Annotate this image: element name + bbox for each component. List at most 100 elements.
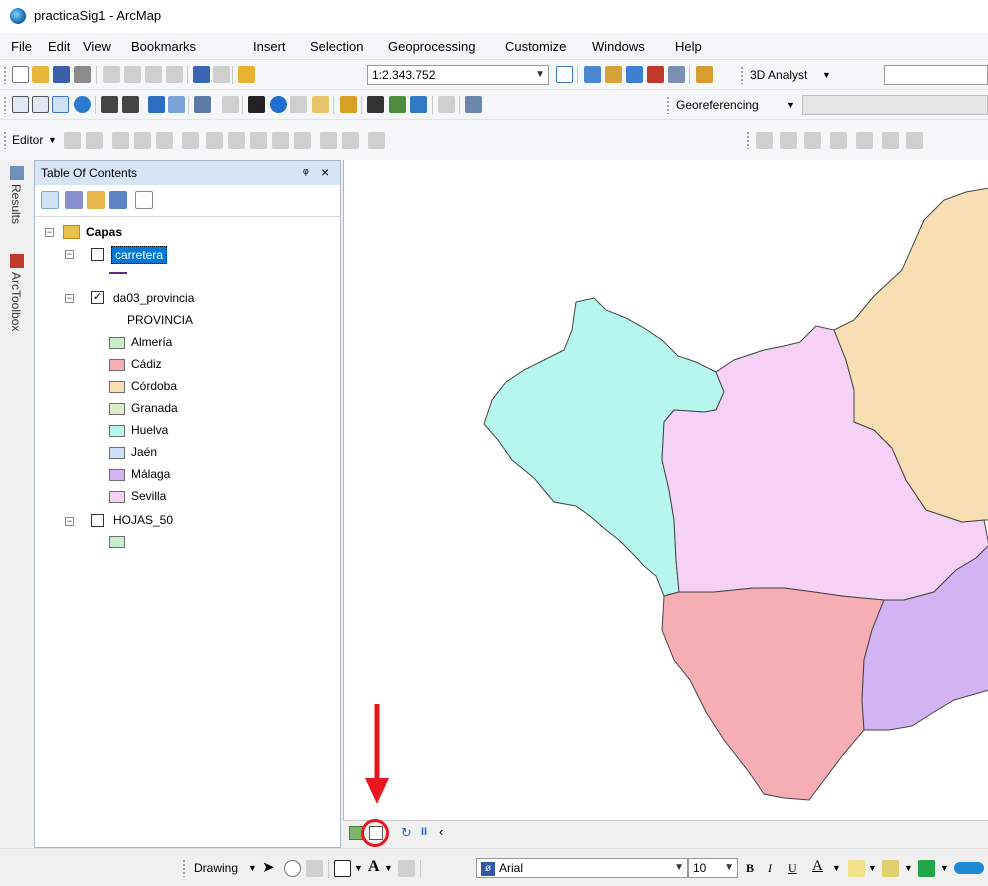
cut-polygons-icon[interactable] xyxy=(250,132,267,149)
toolbar-grip[interactable] xyxy=(3,131,7,149)
georeferencing-menu[interactable]: Georeferencing xyxy=(676,98,759,112)
line-color-icon[interactable] xyxy=(882,860,899,877)
fixed-zoom-in-icon[interactable] xyxy=(101,96,118,113)
chevron-down-icon[interactable]: ▼ xyxy=(940,863,949,873)
cut-icon[interactable] xyxy=(103,66,120,83)
toolbar-grip[interactable] xyxy=(3,66,7,84)
redo-icon[interactable] xyxy=(213,66,230,83)
font-color-icon[interactable]: A xyxy=(812,858,823,875)
results-tab[interactable]: Results xyxy=(9,184,23,224)
legend-swatch[interactable] xyxy=(109,469,125,481)
menu-help[interactable]: Help xyxy=(675,39,702,54)
menu-insert[interactable]: Insert xyxy=(253,39,286,54)
data-frame-name[interactable]: Capas xyxy=(86,225,122,239)
results-icon[interactable] xyxy=(10,166,24,180)
delete-icon[interactable] xyxy=(166,66,183,83)
editor-toolbar-icon[interactable] xyxy=(556,66,573,83)
topology-tool-icon[interactable] xyxy=(756,132,773,149)
straight-segment-icon[interactable] xyxy=(112,132,129,149)
time-slider-icon[interactable] xyxy=(438,96,455,113)
layer-visibility-checkbox[interactable] xyxy=(91,514,104,527)
chevron-down-icon[interactable]: ▼ xyxy=(904,863,913,873)
collapse-icon[interactable]: − xyxy=(45,228,54,237)
split-icon[interactable] xyxy=(272,132,289,149)
toolbar-grip[interactable] xyxy=(666,96,670,114)
marker-color-swatch[interactable] xyxy=(954,862,984,874)
edit-annotation-icon[interactable] xyxy=(86,132,103,149)
georeferencing-layer-select[interactable] xyxy=(802,95,988,115)
open-folder-icon[interactable] xyxy=(32,66,49,83)
chevron-down-icon[interactable]: ▼ xyxy=(535,69,545,80)
chevron-down-icon[interactable]: ▼ xyxy=(724,862,734,873)
go-to-xy-icon[interactable] xyxy=(410,96,427,113)
zoom-out-icon[interactable] xyxy=(32,96,49,113)
line-symbol[interactable] xyxy=(109,272,127,274)
edit-vertices-icon[interactable] xyxy=(206,132,223,149)
province-cadiz[interactable] xyxy=(661,587,885,801)
search-window-icon[interactable] xyxy=(626,66,643,83)
chevron-down-icon[interactable]: ▼ xyxy=(786,100,795,110)
error-inspector-icon[interactable] xyxy=(906,132,923,149)
endpoint-arc-icon[interactable] xyxy=(134,132,151,149)
editor-menu[interactable]: Editor xyxy=(12,133,43,147)
reshape-icon[interactable] xyxy=(228,132,245,149)
zoom-in-icon[interactable] xyxy=(12,96,29,113)
layer-visibility-checkbox[interactable] xyxy=(91,248,104,261)
hyperlink-icon[interactable] xyxy=(290,96,307,113)
sketch-properties-icon[interactable] xyxy=(342,132,359,149)
arctoolbox-tab[interactable]: ArcToolbox xyxy=(9,272,23,331)
select-features-icon[interactable] xyxy=(194,96,211,113)
copy-icon[interactable] xyxy=(124,66,141,83)
3d-analyst-layer-select[interactable] xyxy=(884,65,988,85)
chevron-down-icon[interactable]: ▼ xyxy=(822,70,831,80)
legend-swatch[interactable] xyxy=(109,403,125,415)
toolbar-grip[interactable] xyxy=(746,131,750,149)
font-size-select[interactable]: 10 ▼ xyxy=(688,858,738,878)
fill-color-icon[interactable] xyxy=(848,860,865,877)
edit-vertices-icon[interactable] xyxy=(398,860,415,877)
collapse-icon[interactable]: − xyxy=(65,294,74,303)
create-features-icon[interactable] xyxy=(368,132,385,149)
chevron-down-icon[interactable]: ▼ xyxy=(248,863,257,873)
legend-swatch[interactable] xyxy=(109,381,125,393)
html-popup-icon[interactable] xyxy=(312,96,329,113)
italic-button[interactable]: I xyxy=(768,861,772,876)
chevron-down-icon[interactable]: ▼ xyxy=(832,863,841,873)
font-select[interactable]: ø Arial ▼ xyxy=(476,858,688,878)
find-route-icon[interactable] xyxy=(389,96,406,113)
menu-file[interactable]: File xyxy=(11,39,32,54)
underline-button[interactable]: U xyxy=(788,861,797,876)
pause-drawing-icon[interactable]: II xyxy=(421,826,427,838)
new-text-icon[interactable]: A xyxy=(368,858,380,876)
bold-button[interactable]: B xyxy=(746,861,754,876)
map-scale-input[interactable]: 1:2.343.752 ▼ xyxy=(367,65,549,85)
legend-swatch[interactable] xyxy=(109,491,125,503)
fix-topology-error-icon[interactable] xyxy=(882,132,899,149)
menu-windows[interactable]: Windows xyxy=(592,39,645,54)
create-viewer-window-icon[interactable] xyxy=(465,96,482,113)
validate-topology-icon[interactable] xyxy=(856,132,873,149)
rotate-icon[interactable] xyxy=(294,132,311,149)
close-icon[interactable]: × xyxy=(321,164,329,180)
select-elements-arrow-icon[interactable]: ➤ xyxy=(262,858,275,876)
add-data-icon[interactable] xyxy=(238,66,255,83)
legend-swatch[interactable] xyxy=(109,447,125,459)
layer-name[interactable]: carretera xyxy=(111,246,168,264)
chevron-down-icon[interactable]: ▼ xyxy=(48,135,57,145)
back-arrow-icon[interactable] xyxy=(148,96,165,113)
table-of-contents-icon[interactable] xyxy=(584,66,601,83)
3d-analyst-menu[interactable]: 3D Analyst xyxy=(750,68,807,82)
point-icon[interactable] xyxy=(182,132,199,149)
topology-edit-icon[interactable] xyxy=(780,132,797,149)
menu-bookmarks[interactable]: Bookmarks xyxy=(131,39,196,54)
align-edge-icon[interactable] xyxy=(830,132,847,149)
rotate-element-icon[interactable] xyxy=(284,860,301,877)
legend-swatch[interactable] xyxy=(109,337,125,349)
print-icon[interactable] xyxy=(74,66,91,83)
full-extent-globe-icon[interactable] xyxy=(74,96,91,113)
pin-icon[interactable]: ᵠ xyxy=(303,165,309,180)
chevron-down-icon[interactable]: ▼ xyxy=(354,863,363,873)
forward-arrow-icon[interactable] xyxy=(168,96,185,113)
toolbar-grip[interactable] xyxy=(182,859,186,877)
menu-edit[interactable]: Edit xyxy=(48,39,70,54)
